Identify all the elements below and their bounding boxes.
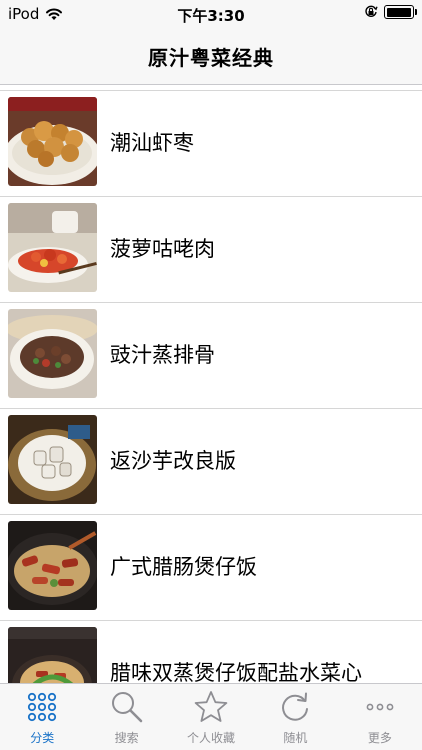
list-item[interactable]: 潮汕虾枣 xyxy=(0,90,422,197)
recipe-list[interactable]: 潮汕虾枣 菠萝咕咾肉 豉汁蒸排骨 返沙芋改良版 广式腊肠煲仔饭 腊味双蒸煲仔饭配… xyxy=(0,90,422,684)
recipe-thumbnail xyxy=(8,521,97,610)
recipe-title: 菠萝咕咾肉 xyxy=(110,237,215,261)
tab-label: 搜索 xyxy=(114,731,139,745)
refresh-icon xyxy=(282,692,309,721)
tab-search[interactable]: 搜索 xyxy=(84,684,168,750)
orientation-lock-icon xyxy=(365,5,378,17)
tab-favorites[interactable]: 个人收藏 xyxy=(169,684,253,750)
recipe-thumbnail xyxy=(8,627,97,684)
recipe-title: 返沙芋改良版 xyxy=(110,449,236,473)
tab-category[interactable]: 分类 xyxy=(0,684,84,750)
recipe-thumbnail xyxy=(8,309,97,398)
page-title: 原汁粤菜经典 xyxy=(148,45,274,70)
tab-label: 分类 xyxy=(30,731,55,745)
battery-icon xyxy=(384,5,417,19)
recipe-title: 潮汕虾枣 xyxy=(110,131,194,155)
tab-random[interactable]: 随机 xyxy=(253,684,337,750)
more-dots-icon xyxy=(366,703,394,711)
recipe-thumbnail xyxy=(8,415,97,504)
tab-label: 随机 xyxy=(283,731,308,745)
status-bar: iPod 下午3:30 xyxy=(0,0,422,28)
star-icon xyxy=(194,691,228,722)
navigation-bar: 原汁粤菜经典 xyxy=(0,28,422,85)
grid-dots-icon xyxy=(28,692,57,722)
status-right xyxy=(364,5,417,19)
list-item[interactable]: 广式腊肠煲仔饭 xyxy=(0,515,422,621)
recipe-title: 腊味双蒸煲仔饭配盐水菜心 xyxy=(110,661,362,684)
list-item[interactable]: 豉汁蒸排骨 xyxy=(0,303,422,409)
recipe-thumbnail xyxy=(8,203,97,292)
tab-bar: 分类 搜索 个人收藏 随机 更多 xyxy=(0,683,422,750)
recipe-title: 豉汁蒸排骨 xyxy=(110,343,215,367)
list-item[interactable]: 腊味双蒸煲仔饭配盐水菜心 xyxy=(0,621,422,684)
tab-label: 个人收藏 xyxy=(187,731,236,745)
list-item[interactable]: 返沙芋改良版 xyxy=(0,409,422,515)
tab-more[interactable]: 更多 xyxy=(338,684,422,750)
recipe-thumbnail xyxy=(8,97,97,186)
status-time: 下午3:30 xyxy=(177,7,245,25)
tab-label: 更多 xyxy=(367,731,392,745)
recipe-title: 广式腊肠煲仔饭 xyxy=(110,555,257,579)
list-item[interactable]: 菠萝咕咾肉 xyxy=(0,197,422,303)
search-icon xyxy=(111,692,142,723)
